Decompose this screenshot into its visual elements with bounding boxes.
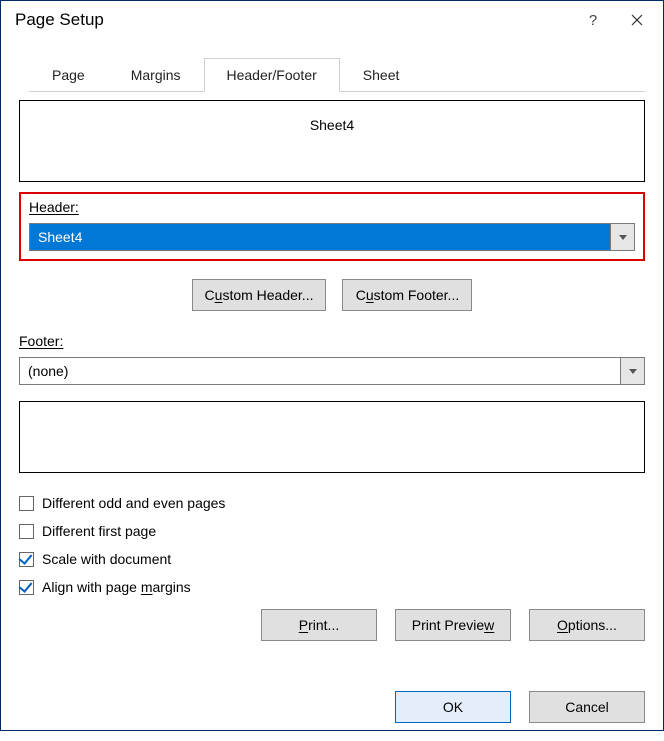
check-diff-first-label: Different first page — [42, 523, 156, 539]
tab-bar: Page Margins Header/Footer Sheet — [29, 57, 645, 92]
print-buttons-row: Print... Print Preview Options... — [19, 609, 645, 641]
footer-combo-value: (none) — [20, 358, 620, 384]
checkbox-list: Different odd and even pages Different f… — [19, 495, 645, 595]
checkbox-icon — [19, 524, 34, 539]
print-button[interactable]: Print... — [261, 609, 377, 641]
ok-button[interactable]: OK — [395, 691, 511, 723]
header-preview-box: Sheet4 — [19, 100, 645, 182]
check-diff-first[interactable]: Different first page — [19, 523, 645, 539]
tab-header-footer[interactable]: Header/Footer — [204, 58, 340, 92]
footer-combo[interactable]: (none) — [19, 357, 645, 385]
help-button[interactable]: ? — [571, 5, 615, 35]
footer-combo-button[interactable] — [620, 358, 644, 384]
check-align-margins-label: Align with page margins — [42, 579, 191, 595]
footer-preview-box — [19, 401, 645, 473]
close-button[interactable] — [615, 5, 659, 35]
checkbox-icon — [19, 552, 34, 567]
chevron-down-icon — [619, 235, 627, 240]
help-icon: ? — [589, 12, 597, 29]
cancel-button[interactable]: Cancel — [529, 691, 645, 723]
check-scale-label: Scale with document — [42, 551, 171, 567]
header-combo[interactable]: Sheet4 — [29, 223, 635, 251]
custom-header-button[interactable]: Custom Header... — [192, 279, 327, 311]
tab-sheet[interactable]: Sheet — [340, 58, 423, 92]
header-combo-value: Sheet4 — [30, 224, 610, 250]
dialog-actions: OK Cancel — [19, 691, 645, 723]
header-preview-text: Sheet4 — [310, 117, 354, 133]
footer-label: Footer: — [19, 333, 645, 349]
checkbox-icon — [19, 580, 34, 595]
options-button[interactable]: Options... — [529, 609, 645, 641]
check-diff-odd-even[interactable]: Different odd and even pages — [19, 495, 645, 511]
tab-page[interactable]: Page — [29, 58, 108, 92]
chevron-down-icon — [629, 369, 637, 374]
check-scale[interactable]: Scale with document — [19, 551, 645, 567]
header-section-highlight: Header: Sheet4 — [19, 192, 645, 261]
print-preview-button[interactable]: Print Preview — [395, 609, 511, 641]
titlebar: Page Setup ? — [1, 1, 663, 39]
header-label: Header: — [29, 199, 635, 215]
check-diff-odd-even-label: Different odd and even pages — [42, 495, 225, 511]
custom-buttons-row: Custom Header... Custom Footer... — [19, 279, 645, 311]
custom-footer-button[interactable]: Custom Footer... — [342, 279, 472, 311]
dialog-title: Page Setup — [15, 10, 571, 30]
close-icon — [631, 14, 643, 26]
dialog-window: Page Setup ? Page Margins Header/Footer … — [0, 0, 664, 731]
check-align-margins[interactable]: Align with page margins — [19, 579, 645, 595]
header-combo-button[interactable] — [610, 224, 634, 250]
checkbox-icon — [19, 496, 34, 511]
tab-margins[interactable]: Margins — [108, 58, 204, 92]
dialog-body: Page Margins Header/Footer Sheet Sheet4 … — [1, 39, 663, 741]
